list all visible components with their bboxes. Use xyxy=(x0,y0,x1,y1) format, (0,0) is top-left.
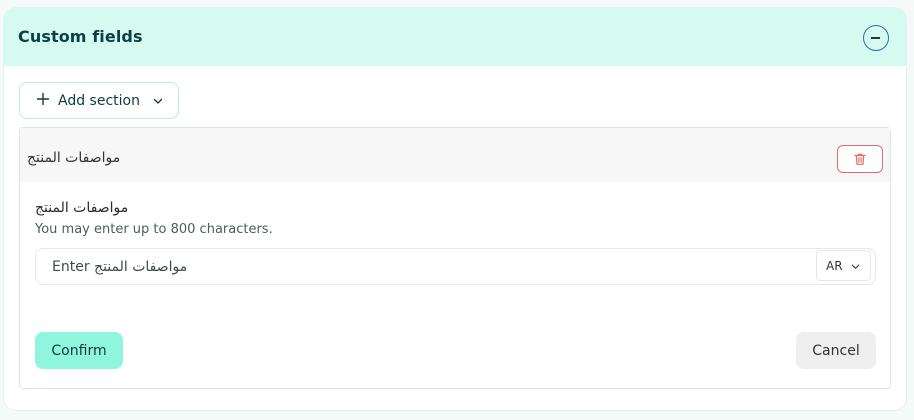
section-title: مواصفات المنتج xyxy=(27,150,121,166)
language-value: AR xyxy=(826,259,843,273)
field-hint: You may enter up to 800 characters. xyxy=(35,222,273,237)
custom-section: مواصفات المنتج مواصفات المنتج You may en… xyxy=(19,127,891,389)
product-specs-input[interactable] xyxy=(35,248,876,285)
cancel-button[interactable]: Cancel xyxy=(796,332,876,369)
confirm-button[interactable]: Confirm xyxy=(35,332,123,369)
trash-icon xyxy=(854,153,866,165)
collapse-button[interactable] xyxy=(863,25,889,51)
panel-title: Custom fields xyxy=(18,27,143,46)
minus-circle-icon xyxy=(871,37,880,39)
plus-icon xyxy=(36,92,50,106)
chevron-down-icon xyxy=(153,98,163,104)
add-section-label: Add section xyxy=(58,93,140,109)
language-select[interactable]: AR xyxy=(816,250,871,281)
delete-section-button[interactable] xyxy=(837,145,883,173)
chevron-down-icon xyxy=(851,264,860,269)
panel-header[interactable]: Custom fields xyxy=(4,8,906,66)
section-header: مواصفات المنتج xyxy=(20,128,890,182)
field-label: مواصفات المنتج xyxy=(35,200,129,216)
custom-fields-panel: Custom fields Add section مواصفات المنتج… xyxy=(4,8,906,410)
add-section-button[interactable]: Add section xyxy=(19,82,179,119)
